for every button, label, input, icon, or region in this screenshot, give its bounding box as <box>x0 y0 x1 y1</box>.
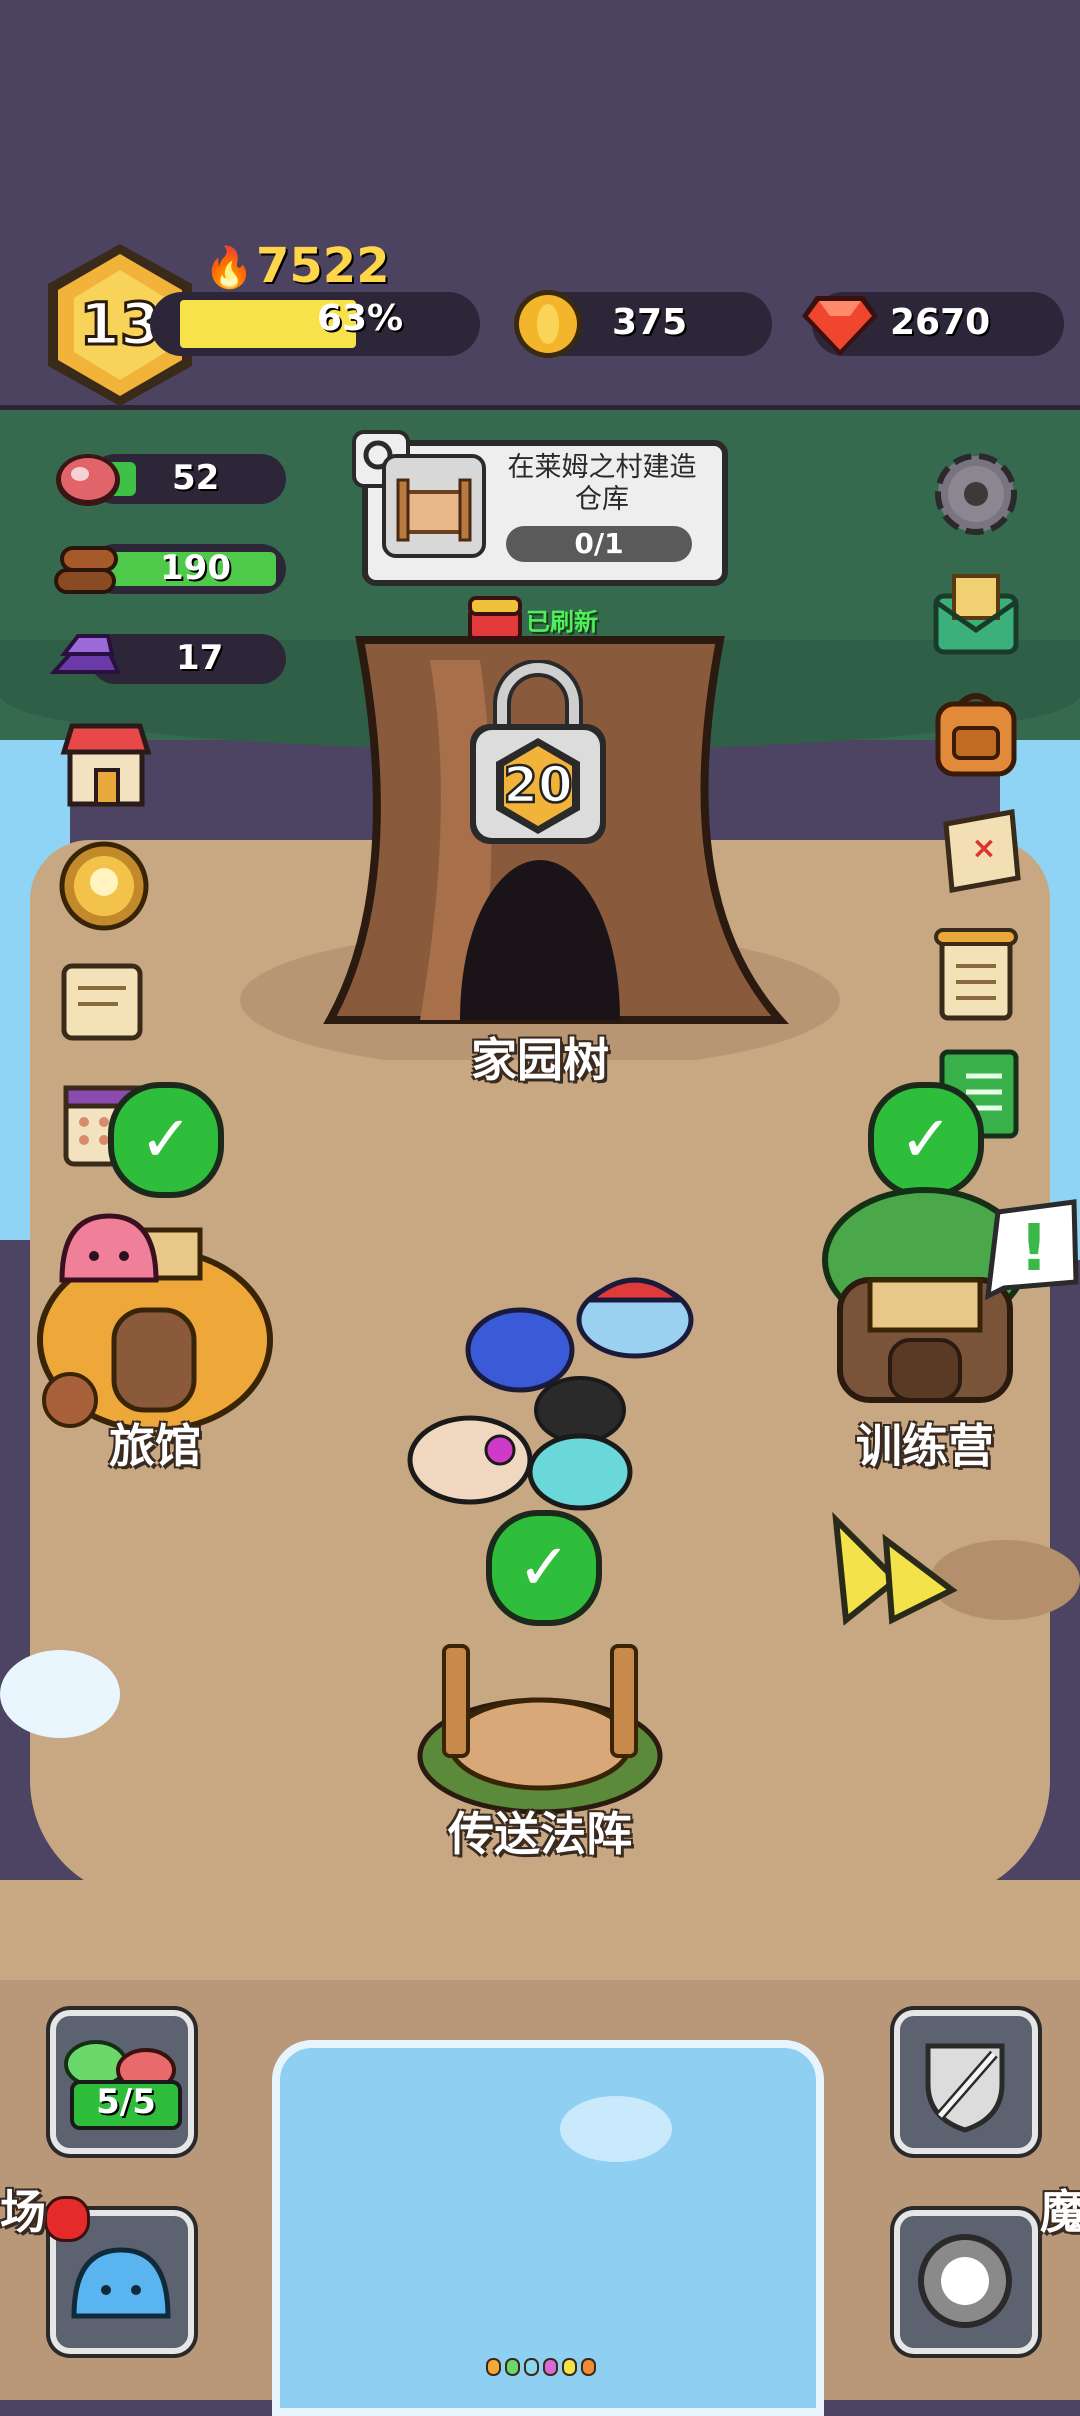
wood-value: 190 <box>160 548 231 588</box>
home-tree-label: 家园树 <box>471 1033 609 1087</box>
left-edge-building-label: 场 <box>0 2185 46 2239</box>
quest-progress: 0/1 <box>574 527 624 560</box>
quest-scroll-icon[interactable] <box>54 956 154 1052</box>
warehouse-build-icon <box>382 454 486 558</box>
page-dot <box>562 2358 577 2376</box>
teleport-circle-building[interactable] <box>410 1636 670 1816</box>
exclamation-bubble-icon[interactable]: ! <box>984 1196 1080 1306</box>
page-dot <box>543 2358 558 2376</box>
lock-icon[interactable]: 20 <box>462 660 614 850</box>
teleport-label: 传送法阵 <box>448 1807 632 1861</box>
treasure-chest-icon <box>468 596 522 640</box>
inn-check-icon[interactable]: ✓ <box>108 1082 224 1198</box>
page-dot <box>581 2358 596 2376</box>
page-dot <box>486 2358 501 2376</box>
rank-emblem-icon[interactable] <box>54 836 154 936</box>
svg-text:!: ! <box>1019 1212 1048 1286</box>
hero-party[interactable] <box>380 1260 740 1520</box>
blue-slime-icon <box>71 2247 171 2319</box>
ingot-value: 17 <box>176 638 224 678</box>
quest-title: 在莱姆之村建造仓库 <box>507 452 697 515</box>
notification-dot <box>44 2196 90 2242</box>
power-value: 7522 <box>256 238 390 294</box>
wood-logs-icon <box>54 546 118 594</box>
pink-slime-npc[interactable] <box>54 1200 164 1290</box>
page-dot <box>505 2358 520 2376</box>
svg-text:×: × <box>971 831 996 866</box>
gem-value: 2670 <box>890 302 991 343</box>
gold-value: 375 <box>612 302 688 343</box>
slime-counter: 5/5 <box>96 2082 156 2122</box>
puddle <box>0 1650 120 1738</box>
stone-portal-icon <box>918 2234 1012 2328</box>
shield-sword-icon <box>925 2043 1005 2133</box>
scroll-list-icon[interactable] <box>928 924 1024 1024</box>
flame-icon: 🔥 <box>204 245 254 291</box>
meat-icon <box>56 454 120 506</box>
xp-percent: 63% <box>316 298 404 339</box>
training-camp-label: 训练营 <box>856 1419 994 1473</box>
refreshed-label: 已刷新 <box>526 608 598 636</box>
meat-value: 52 <box>172 458 220 498</box>
gold-coin-icon <box>514 290 582 358</box>
fast-forward-arrow-icon[interactable] <box>826 1510 966 1630</box>
lock-level: 20 <box>503 756 573 814</box>
page-dot <box>524 2358 539 2376</box>
purple-ingot-icon <box>49 634 122 674</box>
level-number: 13 <box>80 290 161 358</box>
right-edge-building-label: 魔 <box>1040 2185 1080 2239</box>
treasure-map-icon[interactable]: × <box>932 806 1028 902</box>
shop-icon[interactable] <box>58 716 154 812</box>
red-gem-icon <box>802 296 878 356</box>
inn-label: 旅馆 <box>109 1419 201 1473</box>
backpack-icon[interactable] <box>928 686 1024 782</box>
page-indicator <box>486 2358 596 2378</box>
pond-reflection <box>560 2096 672 2162</box>
mail-icon[interactable] <box>928 566 1024 662</box>
teleport-check-icon[interactable]: ✓ <box>486 1510 602 1626</box>
gear-icon[interactable] <box>928 446 1024 542</box>
